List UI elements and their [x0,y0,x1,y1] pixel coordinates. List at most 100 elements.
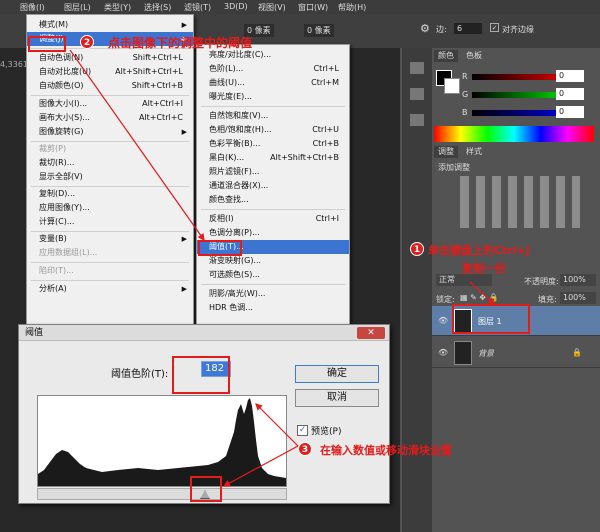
edge-input[interactable]: 6 [454,23,482,34]
menu-item-label: 黑白(K)... [209,153,245,162]
tab-color[interactable]: 颜色 [434,50,458,62]
step-3-text: 在输入数值或移动滑块设置 [320,444,452,457]
opacity-label: 不透明度: [524,277,559,286]
submenu-arrow-icon: ▶ [181,128,187,136]
menu-item-label: 显示全部(V) [39,172,83,181]
adjust-menu-item[interactable]: 色阶(L)... Ctrl+L [197,62,349,76]
channel-b-value[interactable]: 0 [556,106,584,118]
adjust-menu-item[interactable]: 反相(I) Ctrl+I [197,212,349,226]
image-menu-item[interactable]: 裁切(R)... [27,156,193,170]
layer-row-2[interactable]: 👁 背景 🔒 [432,338,600,368]
preview-checkbox[interactable]: ✓ [297,425,308,436]
menu-item-shortcut: Ctrl+B [312,139,339,148]
background-swatch[interactable] [444,78,460,94]
close-button[interactable]: ✕ [357,327,385,339]
image-menu-item[interactable]: 分析(A) ▶ [27,282,193,296]
channel-r-value[interactable]: 0 [556,70,584,82]
menu-layer[interactable]: 图层(L) [64,2,91,13]
highlight-layer-1 [452,304,530,334]
adjust-menu-item[interactable]: 可选颜色(S)... [197,268,349,282]
image-menu-item[interactable]: 显示全部(V) [27,170,193,184]
menu-filter[interactable]: 滤镜(T) [184,2,211,13]
adjust-menu-item[interactable]: 阴影/高光(W)... [197,287,349,301]
adjust-menu-item[interactable]: 颜色查找... [197,193,349,207]
image-menu-item[interactable]: 自动对比度(U) Alt+Shift+Ctrl+L [27,65,193,79]
gear-icon[interactable]: ⚙ [420,22,430,35]
adjust-menu-item[interactable]: HDR 色调... [197,301,349,315]
submenu-arrow-icon: ▶ [181,21,187,29]
menu-item-label: 画布大小(S)... [39,113,90,122]
threshold-slider-track[interactable] [37,488,287,500]
submenu-arrow-icon: ▶ [181,235,187,243]
image-menu-item[interactable]: 应用图像(Y)... [27,201,193,215]
menu-item-label: 图像旋转(G) [39,127,84,136]
image-menu-item[interactable]: 计算(C)... [27,215,193,229]
menu-item-label: 自动色调(N) [39,53,84,62]
adjust-menu-item[interactable]: 黑白(K)... Alt+Shift+Ctrl+B [197,151,349,165]
color-spectrum[interactable] [434,126,594,142]
menu-item-label: 计算(C)... [39,217,75,226]
menu-separator [201,106,345,107]
image-menu-item[interactable]: 自动颜色(O) Shift+Ctrl+B [27,79,193,93]
menu-3d[interactable]: 3D(D) [224,2,248,11]
adjust-menu-item[interactable]: 渐变映射(G)... [197,254,349,268]
height-field[interactable]: 0 像素 [304,24,334,37]
menu-type[interactable]: 类型(Y) [104,2,131,13]
tab-adjustments[interactable]: 调整 [434,146,458,158]
tab-styles[interactable]: 样式 [462,146,486,158]
image-menu-item: 陷印(T)... [27,264,193,278]
adjust-menu-item[interactable]: 曝光度(E)... [197,90,349,104]
menu-window[interactable]: 窗口(W) [298,2,328,13]
opacity-input[interactable]: 100% [560,274,596,286]
image-menu-item[interactable]: 画布大小(S)... Alt+Ctrl+C [27,111,193,125]
eye-icon[interactable]: 👁 [438,316,448,325]
image-menu-item[interactable]: 复制(D)... [27,187,193,201]
ok-button[interactable]: 确定 [295,365,379,383]
menu-item-shortcut: Alt+Shift+Ctrl+B [270,153,339,162]
fill-input[interactable]: 100% [560,292,596,304]
adjust-menu-item[interactable]: 色调分离(P)... [197,226,349,240]
dialog-title: 阈值 [19,325,389,341]
tab-swatches[interactable]: 色板 [462,50,486,62]
menu-item-label: 变量(B) [39,234,67,243]
step-3-badge: 3 [298,442,312,456]
adjust-menu-item[interactable]: 色彩平衡(B)... Ctrl+B [197,137,349,151]
menu-item-shortcut: Shift+Ctrl+L [132,53,183,62]
image-menu-item[interactable]: 自动色调(N) Shift+Ctrl+L [27,51,193,65]
menu-item-label: 自然饱和度(V)... [209,111,269,120]
menu-item-label: 曲线(U)... [209,78,245,87]
step-2-text: 点击图像下的调整中的阈值 [108,36,253,50]
adjust-menu-item[interactable]: 色相/饱和度(H)... Ctrl+U [197,123,349,137]
menu-item-label: 色阶(L)... [209,64,244,73]
menu-item-label: 图像大小(I)... [39,99,88,108]
image-menu-item[interactable]: 模式(M) ▶ [27,18,193,32]
cancel-button[interactable]: 取消 [295,389,379,407]
adjust-menu-item[interactable]: 自然饱和度(V)... [197,109,349,123]
adjust-menu-item[interactable]: 曲线(U)... Ctrl+M [197,76,349,90]
panel-icon[interactable] [410,88,424,100]
image-menu-item[interactable]: 图像大小(I)... Alt+Ctrl+I [27,97,193,111]
panel-icon[interactable] [410,114,424,126]
menu-help[interactable]: 帮助(H) [338,2,366,13]
eye-icon[interactable]: 👁 [438,348,448,357]
lock-icons[interactable]: ▦ ✎ ✥ 🔒 [460,293,499,302]
layer-name[interactable]: 背景 [478,348,494,359]
menu-separator [201,284,345,285]
panel-icon[interactable] [410,62,424,74]
highlight-threshold-item [198,240,242,256]
layer-thumbnail [454,341,472,365]
menu-item-shortcut: Ctrl+L [313,64,339,73]
edge-label: 边: [436,25,447,34]
menu-select[interactable]: 选择(S) [144,2,171,13]
menu-item-label: 复制(D)... [39,189,76,198]
channel-g-value[interactable]: 0 [556,88,584,100]
adjust-submenu: 亮度/对比度(C)... 色阶(L)... Ctrl+L 曲线(U)... Ctrl+M… [196,44,350,326]
menu-view[interactable]: 视图(V) [258,2,286,13]
adjust-menu-item[interactable]: 通道混合器(X)... [197,179,349,193]
menu-item-shortcut: Ctrl+I [315,214,339,223]
image-menu-item[interactable]: 图像旋转(G) ▶ [27,125,193,139]
menu-image[interactable]: 图像(I) [20,2,45,13]
adjust-menu-item[interactable]: 照片滤镜(F)... [197,165,349,179]
image-menu-item[interactable]: 变量(B) ▶ [27,232,193,246]
antialias-checkbox[interactable]: ✓ [490,23,499,32]
